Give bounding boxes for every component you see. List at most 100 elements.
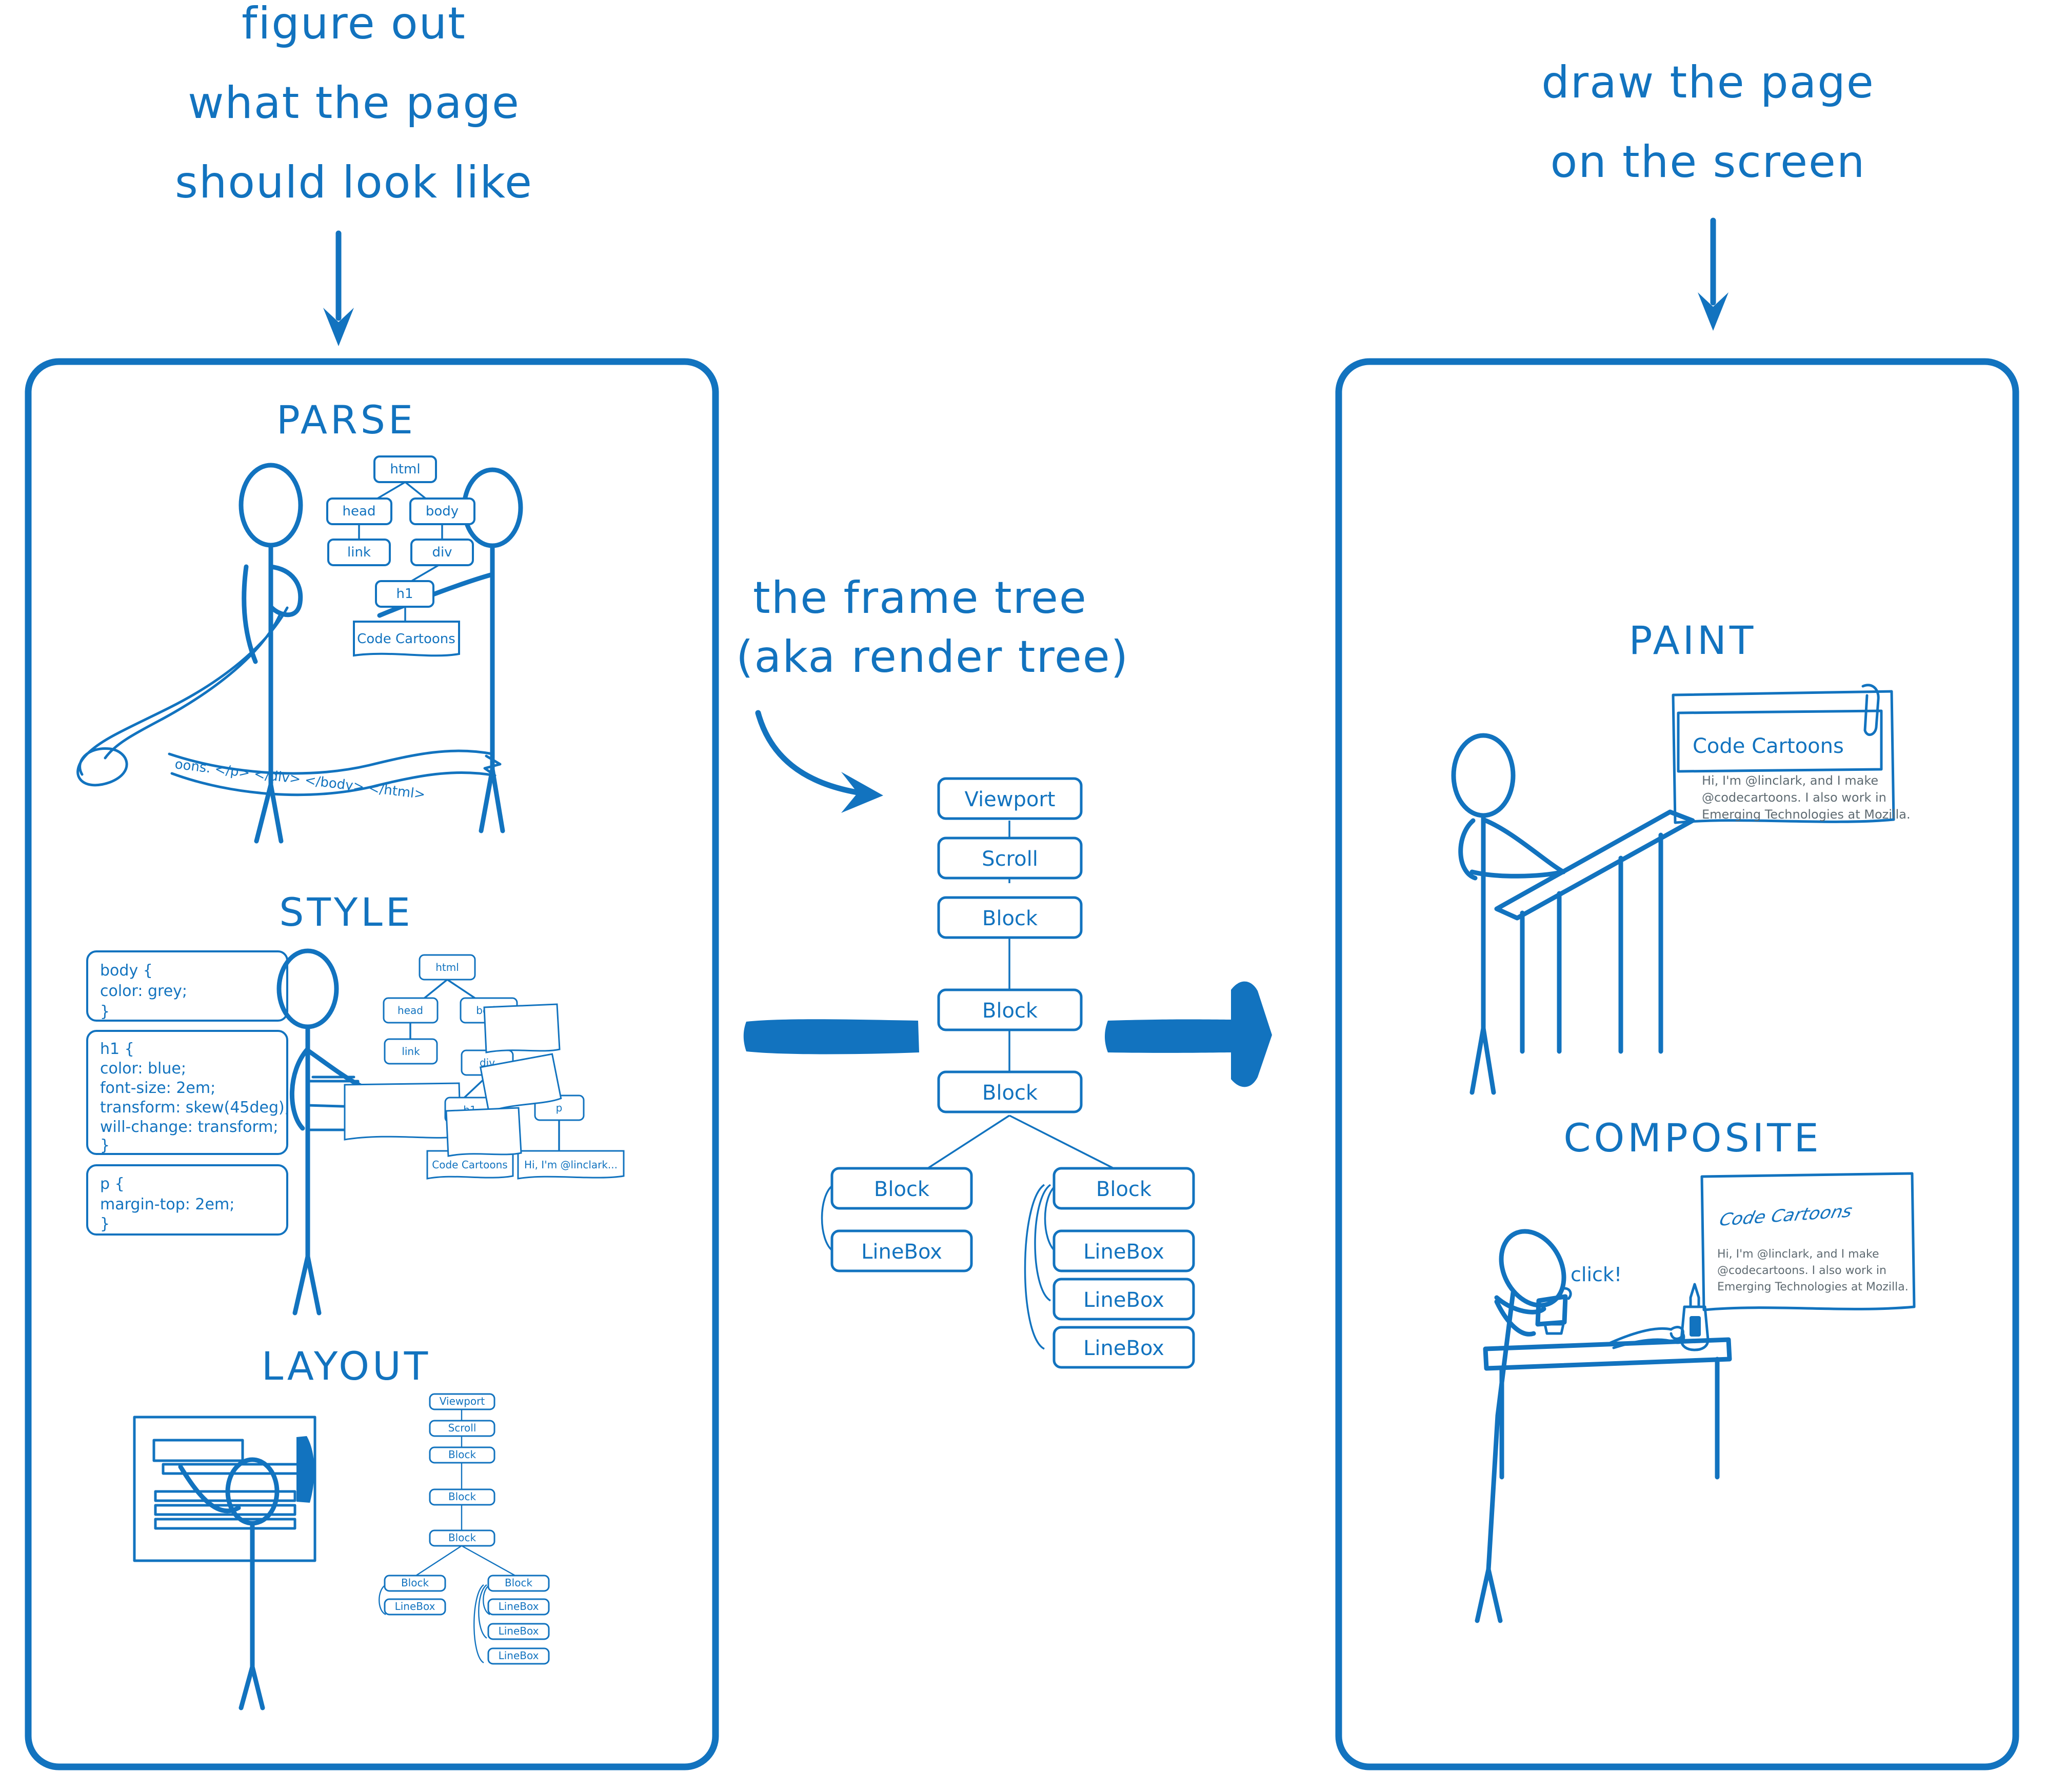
css-rule-body-line-1: color: grey;	[100, 982, 187, 1000]
paint-figure-head	[1451, 733, 1516, 818]
paint-figure-shoulder	[1469, 869, 1566, 879]
glue-bottle-label	[1690, 1316, 1701, 1337]
section-title-layout: LAYOUT	[262, 1343, 431, 1389]
annotation-left: figure out what the page should look lik…	[175, 0, 533, 346]
section-title-parse: PARSE	[276, 397, 416, 443]
style-figure-leg-right	[305, 1254, 322, 1316]
annotation-right-line-1: draw the page	[1541, 57, 1875, 108]
parse-node-body-label: body	[426, 504, 459, 519]
css-rule-h1-line-1: color: blue;	[100, 1060, 186, 1078]
layout-node-block-left-label: Block	[401, 1577, 429, 1589]
frame-node-linebox-left-label: LineBox	[861, 1240, 942, 1264]
composite-figure-legs	[1475, 1567, 1503, 1623]
computed-styles-badge-main-frame	[344, 1082, 462, 1141]
layout-figure-leg-right	[250, 1664, 265, 1710]
parse-figure2-leg-left	[479, 767, 495, 833]
parse-figure-arm-right	[268, 564, 303, 618]
parse-node-text-label: Code Cartoons	[357, 631, 455, 647]
style-node-head-label: head	[398, 1004, 423, 1017]
style-node-html-label: html	[435, 961, 459, 973]
frame-tree-annotation: the frame tree (aka render tree)	[736, 572, 1128, 813]
diagram-canvas: figure out what the page should look lik…	[25, 0, 2019, 1770]
frame-node-linebox-r3-label: LineBox	[1083, 1337, 1164, 1360]
frame-node-scroll-label: Scroll	[982, 847, 1038, 871]
parse-node-link-label: link	[347, 545, 371, 560]
composite-sound-label: click!	[1571, 1263, 1622, 1286]
frame-node-linebox-r2-label: LineBox	[1083, 1288, 1164, 1312]
parse-figure-head	[239, 463, 303, 548]
composite-card: Code Cartoons Hi, I'm @linclark, and I m…	[1700, 1172, 1916, 1311]
computed-styles-badge-main-line-0: COMPUTED	[368, 1096, 436, 1108]
annotation-right: draw the page on the screen	[1541, 57, 1875, 331]
computed-styles-badge-h1-line-1: STYLES	[468, 1132, 496, 1142]
layout-node-block-3-label: Block	[448, 1531, 476, 1544]
layout-right-branch-connectors	[473, 1584, 490, 1664]
computed-styles-badge-body: COMPUTED STYLES	[483, 1003, 561, 1053]
parse-node-html-label: html	[390, 462, 420, 477]
frame-right-connector-3	[1024, 1184, 1045, 1350]
parse-figure-arm-left	[242, 564, 258, 664]
css-rule-p-line-1: margin-top: 2em;	[100, 1196, 234, 1213]
paint-card: Code Cartoons Hi, I'm @linclark, and I m…	[1672, 684, 1911, 824]
browser-rendering-pipeline-diagram: figure out what the page should look lik…	[0, 0, 2046, 1792]
parse-node-div-label: div	[432, 545, 452, 560]
annotation-left-line-2: what the page	[188, 77, 520, 129]
composite-card-body-line-0: Hi, I'm @linclark, and I make	[1717, 1248, 1879, 1261]
composite-card-body-line-2: Emerging Technologies at Mozilla.	[1717, 1281, 1909, 1293]
frame-node-block-1-label: Block	[982, 907, 1038, 930]
layout-node-linebox-r1-label: LineBox	[499, 1600, 539, 1612]
composite-card-title: Code Cartoons	[1715, 1201, 1856, 1230]
paint-card-body-line-0: Hi, I'm @linclark, and I make	[1702, 773, 1878, 788]
paint-drafting-board	[1494, 809, 1695, 921]
layout-illustration	[133, 1416, 316, 1710]
css-rule-p-line-0: p {	[100, 1175, 125, 1193]
style-figure-arm-left	[290, 1046, 310, 1131]
layout-node-viewport-label: Viewport	[440, 1395, 485, 1407]
section-title-style: STYLE	[279, 889, 413, 935]
paint-figure-arm-right	[1481, 817, 1566, 874]
pipeline-arrow-tail	[743, 1019, 919, 1054]
layout-node-block-1-label: Block	[448, 1448, 476, 1461]
paint-card-body-line-2: Emerging Technologies at Mozilla.	[1702, 807, 1911, 822]
parse-dom-tree: html head body link div h1 Code Cartoons	[326, 455, 475, 657]
annotation-right-line-2: on the screen	[1551, 136, 1866, 188]
style-figure-leg-left	[292, 1254, 310, 1316]
right-panel-frame	[1335, 358, 2019, 1770]
css-rule-p-line-2: }	[100, 1215, 110, 1233]
paint-illustration	[1451, 733, 1695, 1095]
parse-figure2-leg-right	[490, 767, 505, 833]
parse-node-head-label: head	[343, 504, 376, 519]
center-frame-tree: Viewport Scroll Block Block Block Block …	[821, 777, 1195, 1369]
computed-styles-badge-body-frame	[483, 1003, 561, 1053]
parse-scroll-edge	[104, 614, 281, 760]
computed-styles-badge-h1-frame	[445, 1107, 522, 1157]
layout-page-line-3	[154, 1518, 296, 1530]
paint-figure-arm-left	[1458, 818, 1478, 881]
style-css-rules: body { color: grey; } h1 { color: blue; …	[86, 950, 290, 1236]
section-title-paint: PAINT	[1629, 618, 1757, 663]
annotation-left-line-3: should look like	[175, 157, 533, 208]
layout-page-frame	[133, 1416, 316, 1562]
css-rule-h1-line-2: font-size: 2em;	[100, 1079, 215, 1097]
composite-table-top	[1483, 1337, 1732, 1371]
composite-card-body-line-1: @codecartoons. I also work in	[1717, 1264, 1886, 1277]
layout-node-linebox-r2-label: LineBox	[499, 1625, 539, 1637]
css-rule-body-line-0: body {	[100, 962, 153, 980]
style-node-link-label: link	[402, 1045, 420, 1058]
paint-card-body-line-1: @codecartoons. I also work in	[1702, 790, 1886, 805]
pipeline-arrow-head	[1105, 981, 1272, 1087]
layout-page-accent	[296, 1436, 314, 1503]
frame-node-block-3-label: Block	[982, 1081, 1038, 1105]
css-rule-h1-line-5: }	[100, 1137, 110, 1154]
paint-drafting-legs	[1520, 832, 1663, 1054]
computed-styles-badge-h1-line-0: COMPUTED	[461, 1120, 504, 1129]
frame-node-linebox-r1-label: LineBox	[1083, 1240, 1164, 1264]
computed-styles-badge-body-line-1: STYLES	[507, 1029, 535, 1038]
composite-table-legs	[1499, 1357, 1720, 1480]
style-node-p-label: p	[556, 1102, 563, 1114]
css-rule-h1-line-4: will-change: transform;	[100, 1118, 279, 1136]
computed-styles-badge-main-line-1: STYLES	[380, 1112, 425, 1125]
paint-card-title: Code Cartoons	[1693, 734, 1844, 758]
frame-right-connector-2	[1034, 1184, 1051, 1302]
frame-node-block-right-label: Block	[1096, 1178, 1152, 1201]
